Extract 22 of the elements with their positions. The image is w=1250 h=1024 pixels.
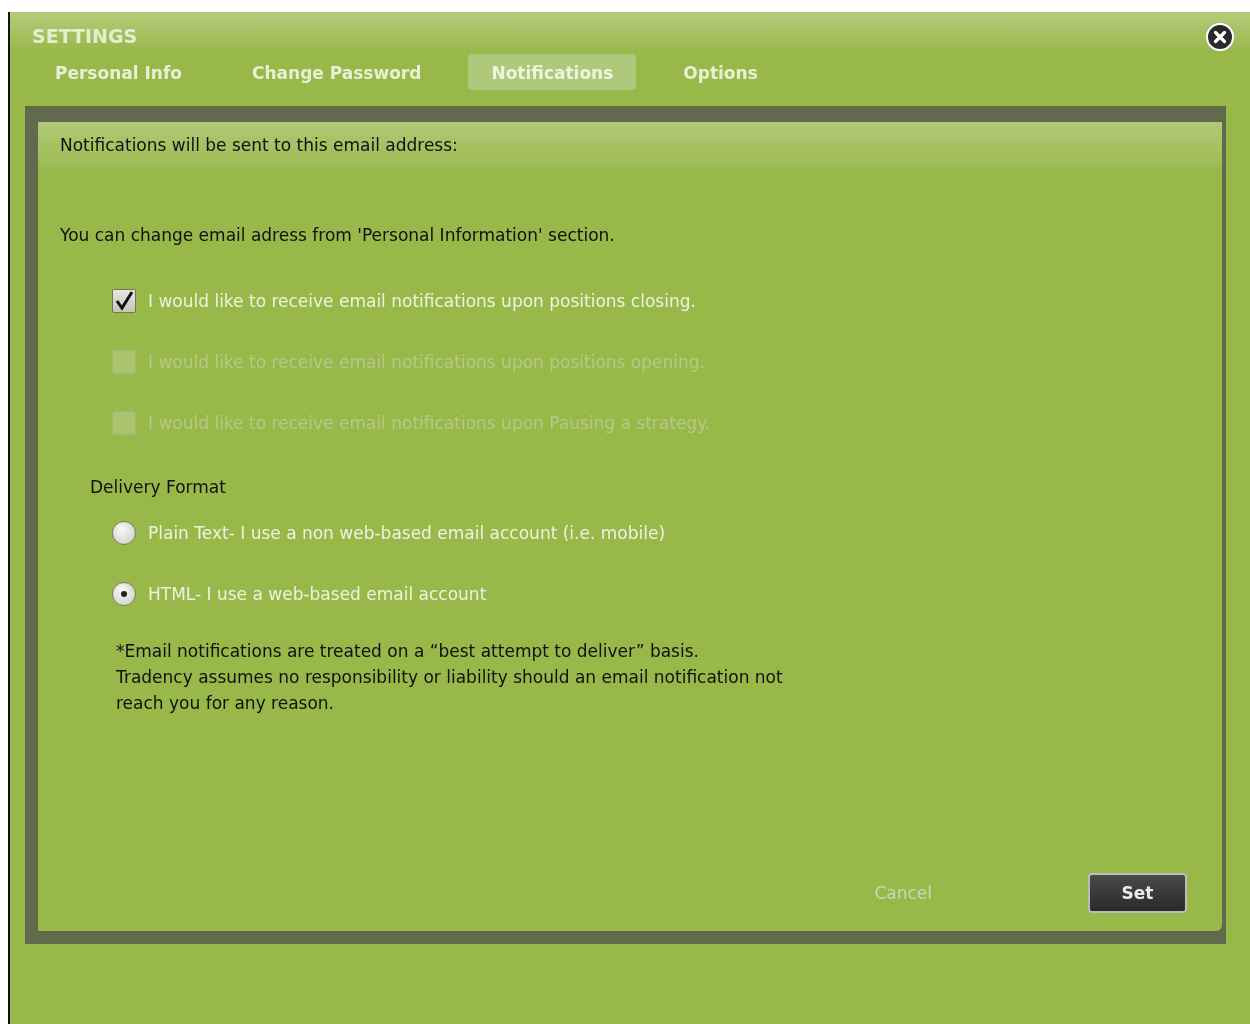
tab[interactable]: Options bbox=[660, 54, 781, 90]
close-icon[interactable] bbox=[1206, 23, 1234, 51]
disclaimer-text: *Email notifications are treated on a “best attempt to deliver” basis. bbox=[116, 640, 700, 663]
disclaimer-text: Tradency assumes no responsibility or liability should an email notification not bbox=[116, 666, 784, 689]
radio-button[interactable] bbox=[112, 521, 136, 545]
radio-label: Plain Text- I use a non web-based email account (i.e. mobile) bbox=[148, 523, 666, 543]
checkbox[interactable] bbox=[112, 289, 136, 313]
set-button[interactable]: Set bbox=[1088, 873, 1187, 913]
radio-button[interactable] bbox=[112, 582, 136, 606]
disclaimer-text: reach you for any reason. bbox=[116, 692, 336, 715]
section-header: Notifications will be sent to this email address: bbox=[38, 122, 1222, 167]
checkbox-label: I would like to receive email notifications upon Pausing a strategy. bbox=[148, 413, 711, 433]
section-title: Delivery Format bbox=[89, 476, 227, 497]
checkbox-label: I would like to receive email notifications upon positions closing. bbox=[148, 291, 696, 311]
radio-label: HTML- I use a web-based email account bbox=[148, 584, 487, 604]
tab[interactable]: Notifications bbox=[468, 54, 637, 90]
checkbox-label: I would like to receive email notifications upon positions opening. bbox=[148, 352, 705, 372]
info-text: You can change email adress from 'Personal Information' section. bbox=[59, 224, 616, 245]
tab[interactable]: Change Password bbox=[229, 54, 445, 90]
cancel-button[interactable]: Cancel bbox=[868, 882, 938, 904]
tab[interactable]: Personal Info bbox=[32, 54, 205, 90]
window-title: SETTINGS bbox=[32, 25, 138, 49]
